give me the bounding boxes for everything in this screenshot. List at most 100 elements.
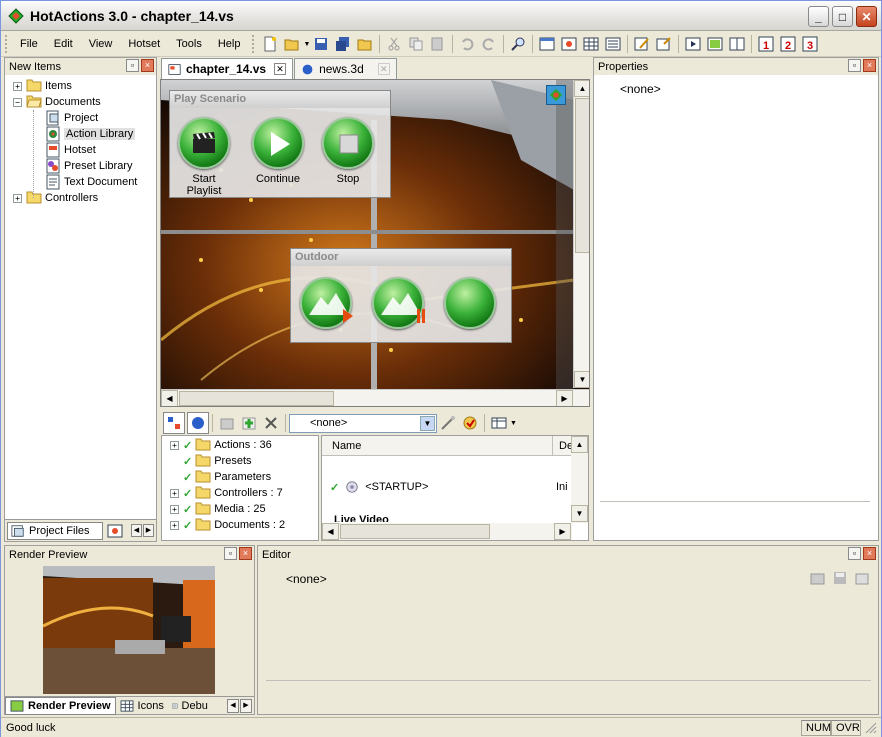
tree-item-project[interactable]: Project (45, 110, 98, 126)
copy-icon[interactable] (405, 33, 427, 55)
outdoor-blank-button[interactable] (444, 277, 496, 333)
save-icon[interactable] (310, 33, 332, 55)
action-tree-item[interactable]: + ✓ Media : 25 (170, 501, 266, 517)
scroll-left-icon[interactable]: ◀ (322, 523, 339, 540)
vscroll-thumb[interactable] (575, 98, 589, 253)
tree-item-hotset[interactable]: Hotset (45, 142, 96, 158)
column-name[interactable]: Name (322, 436, 552, 456)
maximize-button[interactable]: □ (832, 6, 853, 27)
expand-icon[interactable]: + (13, 193, 22, 203)
hscroll-thumb[interactable] (340, 524, 490, 539)
save-icon[interactable] (832, 570, 848, 586)
scroll-left-icon[interactable]: ◀ (131, 524, 142, 537)
resize-grip-icon[interactable] (865, 722, 877, 734)
add-action-icon[interactable] (238, 412, 260, 434)
menu-tools[interactable]: Tools (168, 33, 210, 55)
new-file-icon[interactable] (259, 33, 281, 55)
open-folder-icon[interactable] (281, 33, 303, 55)
action-filter-dropdown[interactable]: <none> ▼ (289, 413, 437, 433)
close-button[interactable]: ✕ (856, 6, 877, 27)
columns-icon[interactable] (488, 412, 510, 434)
collapse-icon[interactable]: − (13, 97, 22, 107)
list-hscroll[interactable]: ◀ ▶ (322, 523, 572, 540)
scroll-left-icon[interactable]: ◀ (227, 699, 239, 713)
edit-icon[interactable] (631, 33, 653, 55)
action-tree-item[interactable]: ✓ Presets (170, 453, 252, 469)
hotset-view-icon[interactable] (558, 33, 580, 55)
tab-icons[interactable]: Icons (116, 697, 168, 715)
undo-icon[interactable] (456, 33, 478, 55)
restore-icon[interactable]: ▫ (848, 547, 861, 560)
refresh-icon[interactable] (459, 412, 481, 434)
wand-icon[interactable] (437, 412, 459, 434)
action-tree-item[interactable]: + ✓ Controllers : 7 (170, 485, 283, 501)
toolbar-grip[interactable] (5, 35, 8, 53)
scroll-right-icon[interactable]: ▶ (240, 699, 252, 713)
restore-icon[interactable]: ▫ (848, 59, 861, 72)
delete-icon[interactable] (260, 412, 282, 434)
color-view-icon[interactable] (704, 33, 726, 55)
continue-button[interactable]: Continue (250, 117, 306, 185)
expand-icon[interactable]: + (170, 504, 179, 514)
tree-item-text-document[interactable]: Text Document (45, 174, 137, 190)
paste-icon[interactable] (427, 33, 449, 55)
minimize-button[interactable]: _ (808, 6, 829, 27)
folder-icon[interactable] (354, 33, 376, 55)
properties-icon[interactable] (653, 33, 675, 55)
layout-2-icon[interactable]: 2 (777, 33, 799, 55)
tab-chapter-14[interactable]: chapter_14.vs ✕ (161, 58, 294, 79)
action-tree-item[interactable]: ✓ Parameters (170, 469, 271, 485)
expand-icon[interactable]: + (170, 488, 179, 498)
close-icon[interactable]: × (863, 547, 876, 560)
menu-hotset[interactable]: Hotset (120, 33, 168, 55)
start-playlist-button[interactable]: Start Playlist (176, 117, 232, 197)
list-vscroll[interactable]: ▲ ▼ (571, 436, 588, 523)
menu-file[interactable]: File (12, 33, 46, 55)
list-item[interactable]: ✓ <STARTUP> Ini (330, 480, 570, 494)
save-all-icon[interactable] (332, 33, 354, 55)
layout-3-icon[interactable]: 3 (799, 33, 821, 55)
chevron-down-icon[interactable]: ▼ (510, 420, 517, 427)
tab-render-preview[interactable]: Render Preview (5, 697, 116, 715)
scene-viewport[interactable]: Play Scenario Start Playlist Continue St… (160, 79, 590, 407)
window-view-icon[interactable] (536, 33, 558, 55)
hotset-tab-icon[interactable] (107, 523, 123, 539)
action-tree-item[interactable]: + ✓ Actions : 36 (170, 437, 272, 453)
action-tree-item[interactable]: + ✓ Documents : 2 (170, 517, 285, 533)
close-tab-icon[interactable]: ✕ (274, 63, 287, 75)
find-icon[interactable] (507, 33, 529, 55)
expand-icon[interactable]: + (170, 440, 179, 450)
hscroll-thumb[interactable] (179, 391, 334, 406)
tree-item-action-library[interactable]: Action Library (45, 126, 136, 142)
expand-icon[interactable]: + (170, 520, 179, 530)
scroll-right-icon[interactable]: ▶ (556, 390, 573, 406)
play-view-icon[interactable] (682, 33, 704, 55)
object-view-icon[interactable] (187, 412, 209, 434)
menu-view[interactable]: View (81, 33, 121, 55)
expand-icon[interactable]: + (13, 81, 22, 91)
outdoor-mountain-play-button[interactable] (300, 277, 353, 333)
cut-icon[interactable] (383, 33, 405, 55)
tree-view-icon[interactable] (163, 412, 185, 434)
close-tab-icon[interactable]: ✕ (377, 63, 390, 75)
redo-icon[interactable] (478, 33, 500, 55)
menu-edit[interactable]: Edit (46, 33, 81, 55)
scroll-up-icon[interactable]: ▲ (571, 436, 588, 453)
new-icon[interactable] (854, 570, 870, 586)
tab-news-3d[interactable]: news.3d ✕ (294, 58, 397, 79)
stop-button[interactable]: Stop (320, 117, 376, 185)
viewport-vscroll[interactable]: ▲ ▼ (573, 80, 589, 388)
menu-help[interactable]: Help (210, 33, 249, 55)
chevron-down-icon[interactable]: ▼ (420, 415, 435, 431)
layout-1-icon[interactable]: 1 (755, 33, 777, 55)
list-view-icon[interactable] (602, 33, 624, 55)
scroll-up-icon[interactable]: ▲ (574, 80, 589, 97)
tree-item-preset-library[interactable]: Preset Library (45, 158, 132, 174)
scroll-right-icon[interactable]: ▶ (143, 524, 154, 537)
tree-item-controllers[interactable]: + Controllers (13, 190, 98, 206)
scroll-right-icon[interactable]: ▶ (554, 523, 571, 540)
close-icon[interactable]: × (239, 547, 252, 560)
tree-item-items[interactable]: + Items (13, 78, 72, 94)
tab-debug[interactable]: Debu (168, 697, 212, 715)
split-view-icon[interactable] (726, 33, 748, 55)
